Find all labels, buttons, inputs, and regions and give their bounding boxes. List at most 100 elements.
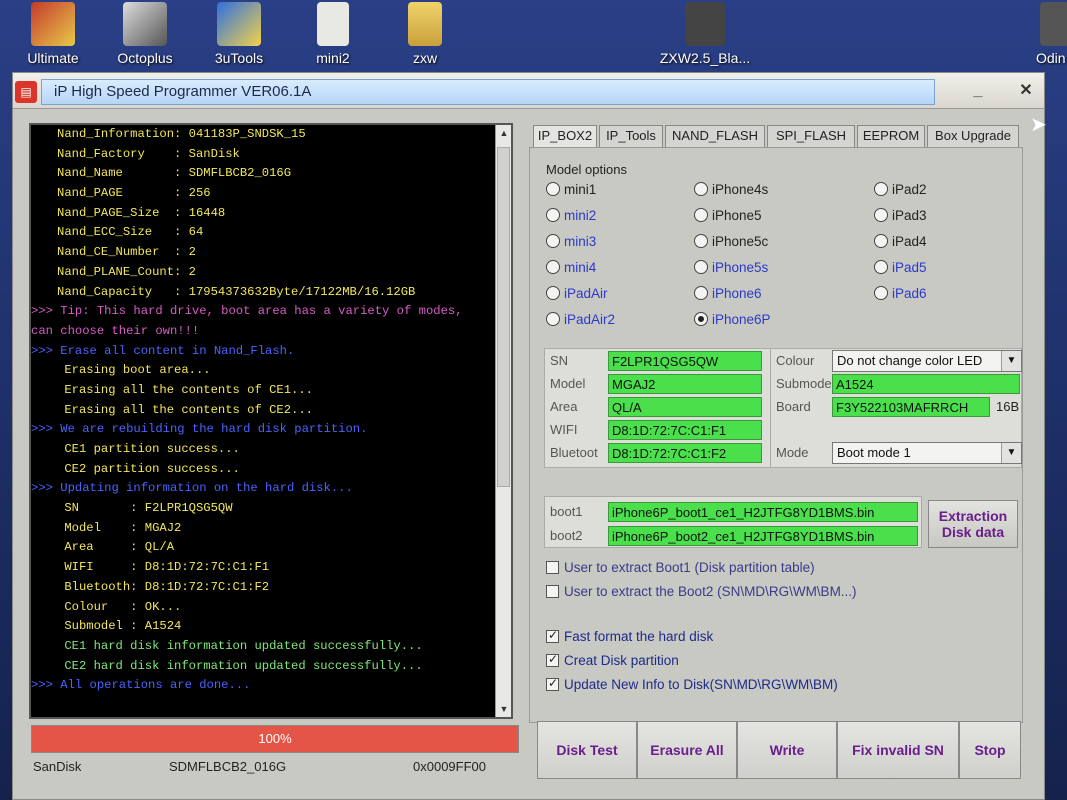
tab-nand-flash[interactable]: NAND_FLASH	[665, 125, 765, 147]
log-line: Erasing all the contents of CE1...	[57, 382, 313, 397]
bluetooth-field[interactable]: D8:1D:72:7C:C1:F2	[608, 443, 762, 463]
radio-iphone6p[interactable]: iPhone6P	[694, 312, 771, 332]
folder-image	[408, 2, 442, 46]
progress-bar: 100%	[31, 725, 519, 753]
log-line: >>> We are rebuilding the hard disk part…	[31, 422, 368, 437]
radio-ipad5[interactable]: iPad5	[874, 260, 927, 280]
tab-eeprom[interactable]: EEPROM	[857, 125, 925, 147]
radio-iphone5s[interactable]: iPhone5s	[694, 260, 768, 280]
update-info-checkbox[interactable]: Update New Info to Disk(SN\MD\RG\WM\BM)	[546, 676, 838, 697]
octoplus-image	[123, 2, 167, 46]
sn-label: SN	[550, 353, 569, 368]
extraction-disk-data-button[interactable]: Extraction Disk data	[928, 500, 1018, 548]
tab-ip-box2[interactable]: IP_BOX2	[533, 125, 597, 147]
radio-circle-icon	[546, 312, 560, 326]
radio-iphone6[interactable]: iPhone6	[694, 286, 762, 306]
tab-spi-flash[interactable]: SPI_FLASH	[767, 125, 855, 147]
radio-label: iPhone5s	[712, 260, 769, 275]
programmer-window: ▤ iP High Speed Programmer VER06.1A _ ✕ …	[12, 72, 1045, 800]
boot2-label: boot2	[550, 528, 583, 543]
ip-box2-panel: Model options mini1 mini2 mini3 mini4 iP…	[529, 147, 1023, 723]
model-label: Model	[550, 376, 586, 391]
checkbox-label: Creat Disk partition	[564, 653, 679, 668]
radio-ipad4[interactable]: iPad4	[874, 234, 927, 254]
progress-label: 100%	[258, 731, 292, 746]
radio-mini3[interactable]: mini3	[546, 234, 596, 254]
zxw-app-icon[interactable]: ZXW2.5_Bla...	[650, 0, 760, 66]
creat-partition-checkbox[interactable]: Creat Disk partition	[546, 652, 679, 673]
3utools-image	[217, 2, 261, 46]
radio-mini4[interactable]: mini4	[546, 260, 596, 280]
radio-iphone4s[interactable]: iPhone4s	[694, 182, 768, 202]
scroll-up-icon[interactable]: ▲	[496, 125, 511, 141]
radio-mini2[interactable]: mini2	[546, 208, 596, 228]
tab-ip-tools[interactable]: IP_Tools	[599, 125, 663, 147]
radio-circle-icon	[546, 286, 560, 300]
log-console[interactable]: Nand_Information: 041183P_SNDSK_15 Nand_F…	[29, 123, 513, 719]
radio-circle-icon	[874, 234, 888, 248]
log-line: >>> Tip: This hard drive, boot area has …	[31, 304, 463, 319]
radio-ipad2[interactable]: iPad2	[874, 182, 927, 202]
radio-mini1[interactable]: mini1	[546, 182, 596, 202]
desktop-icon-label: ZXW2.5_Bla...	[659, 50, 751, 66]
log-scrollbar[interactable]: ▲ ▼	[495, 125, 511, 717]
submodel-field[interactable]: A1524	[832, 374, 1020, 394]
octoplus-app-icon[interactable]: Octoplus	[100, 0, 190, 66]
extract-boot1-checkbox[interactable]: User to extract Boot1 (Disk partition ta…	[546, 560, 815, 580]
desktop-icon-label: Octoplus	[117, 50, 173, 66]
radio-ipadair[interactable]: iPadAir	[546, 286, 608, 306]
radio-ipadair2[interactable]: iPadAir2	[546, 312, 615, 332]
log-line: Erasing boot area...	[57, 363, 211, 378]
disk-test-button[interactable]: Disk Test	[537, 721, 637, 779]
tab-box-upgrade[interactable]: Box Upgrade	[927, 125, 1019, 147]
scroll-down-icon[interactable]: ▼	[496, 701, 511, 717]
chevron-down-icon[interactable]: ▼	[1001, 443, 1021, 463]
radio-iphone5c[interactable]: iPhone5c	[694, 234, 768, 254]
title-bar[interactable]: ▤ iP High Speed Programmer VER06.1A _ ✕	[13, 73, 1044, 109]
area-field[interactable]: QL/A	[608, 397, 762, 417]
board-suffix: 16B	[996, 399, 1020, 414]
radio-iphone5[interactable]: iPhone5	[694, 208, 762, 228]
stop-button[interactable]: Stop	[959, 721, 1021, 779]
board-field[interactable]: F3Y522103MAFRRCH	[832, 397, 990, 417]
3utools-app-icon[interactable]: 3uTools	[194, 0, 284, 66]
mini2-file-icon[interactable]: mini2	[288, 0, 378, 66]
minimize-button[interactable]: _	[963, 79, 993, 103]
window-title: iP High Speed Programmer VER06.1A	[41, 79, 935, 105]
write-button[interactable]: Write	[737, 721, 837, 779]
wifi-field[interactable]: D8:1D:72:7C:C1:F1	[608, 420, 762, 440]
log-line: >>> All operations are done...	[31, 678, 251, 693]
radio-circle-icon	[694, 182, 708, 196]
log-line: Nand_PAGE : 256	[57, 186, 211, 201]
boot2-field[interactable]: iPhone6P_boot2_ce1_H2JTFG8YD1BMS.bin	[608, 526, 918, 546]
radio-circle-icon	[546, 208, 560, 222]
mode-select[interactable]: Boot mode 1 ▼	[832, 442, 1022, 464]
model-field[interactable]: MGAJ2	[608, 374, 762, 394]
fix-invalid-sn-button[interactable]: Fix invalid SN	[837, 721, 959, 779]
log-line: CE1 hard disk information updated succes…	[57, 638, 423, 653]
fast-format-checkbox[interactable]: Fast format the hard disk	[546, 628, 713, 649]
radio-circle-icon	[874, 286, 888, 300]
log-line: SN : F2LPR1QSG5QW	[57, 501, 233, 516]
status-vendor: SanDisk	[33, 759, 82, 774]
desktop-icon-label: zxw	[412, 50, 438, 66]
radio-circle-icon	[874, 182, 888, 196]
radio-ipad6[interactable]: iPad6	[874, 286, 927, 306]
checkbox-label: Update New Info to Disk(SN\MD\RG\WM\BM)	[564, 677, 838, 692]
log-line: WIFI : D8:1D:72:7C:C1:F1	[57, 560, 270, 575]
ultimate-app-icon[interactable]: Ultimate	[8, 0, 98, 66]
log-line: CE1 partition success...	[57, 442, 240, 456]
zxw-folder-icon[interactable]: zxw	[380, 0, 470, 66]
radio-ipad3[interactable]: iPad3	[874, 208, 927, 228]
colour-select[interactable]: Do not change color LED ▼	[832, 350, 1022, 372]
chevron-down-icon[interactable]: ▼	[1001, 351, 1021, 371]
odin-app-icon[interactable]: Odin	[1020, 0, 1067, 66]
close-button[interactable]: ✕	[1011, 79, 1041, 103]
sn-field[interactable]: F2LPR1QSG5QW	[608, 351, 762, 371]
boot1-field[interactable]: iPhone6P_boot1_ce1_H2JTFG8YD1BMS.bin	[608, 502, 918, 522]
scroll-thumb[interactable]	[497, 147, 510, 487]
erasure-all-button[interactable]: Erasure All	[637, 721, 737, 779]
checkbox-icon	[546, 585, 559, 598]
extract-boot2-checkbox[interactable]: User to extract the Boot2 (SN\MD\RG\WM\B…	[546, 584, 857, 604]
log-line: Nand_ECC_Size : 64	[57, 225, 204, 240]
